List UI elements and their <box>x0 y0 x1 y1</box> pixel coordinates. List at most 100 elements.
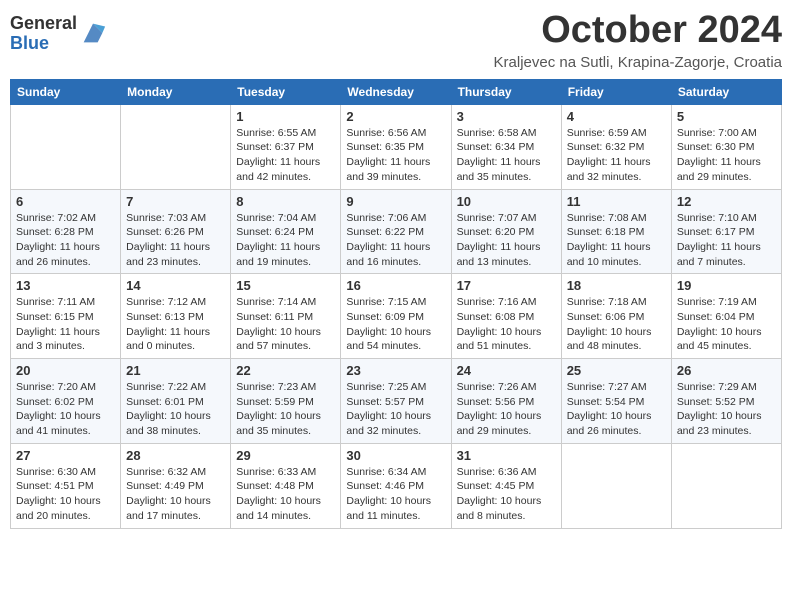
calendar-cell: 5 Sunrise: 7:00 AMSunset: 6:30 PMDaylight… <box>671 104 781 189</box>
calendar-cell <box>561 443 671 528</box>
day-info: Sunrise: 6:33 AMSunset: 4:48 PMDaylight:… <box>236 465 335 524</box>
calendar-cell: 16 Sunrise: 7:15 AMSunset: 6:09 PMDayligh… <box>341 274 451 359</box>
day-info: Sunrise: 7:23 AMSunset: 5:59 PMDaylight:… <box>236 380 335 439</box>
calendar-cell: 21 Sunrise: 7:22 AMSunset: 6:01 PMDayligh… <box>121 359 231 444</box>
day-info: Sunrise: 6:32 AMSunset: 4:49 PMDaylight:… <box>126 465 225 524</box>
day-number: 27 <box>16 448 115 463</box>
page-header: General Blue October 2024 Kraljevec na S… <box>10 10 782 71</box>
day-number: 28 <box>126 448 225 463</box>
day-info: Sunrise: 7:12 AMSunset: 6:13 PMDaylight:… <box>126 295 225 354</box>
day-number: 20 <box>16 363 115 378</box>
day-info: Sunrise: 7:16 AMSunset: 6:08 PMDaylight:… <box>457 295 556 354</box>
logo-blue: Blue <box>10 34 77 54</box>
day-number: 9 <box>346 194 445 209</box>
calendar-cell: 9 Sunrise: 7:06 AMSunset: 6:22 PMDaylight… <box>341 189 451 274</box>
logo-general: General <box>10 14 77 34</box>
calendar-week-3: 13 Sunrise: 7:11 AMSunset: 6:15 PMDayligh… <box>11 274 782 359</box>
day-info: Sunrise: 6:58 AMSunset: 6:34 PMDaylight:… <box>457 126 556 185</box>
day-number: 4 <box>567 109 666 124</box>
calendar-week-5: 27 Sunrise: 6:30 AMSunset: 4:51 PMDayligh… <box>11 443 782 528</box>
day-info: Sunrise: 7:00 AMSunset: 6:30 PMDaylight:… <box>677 126 776 185</box>
title-section: October 2024 Kraljevec na Sutli, Krapina… <box>494 10 782 71</box>
calendar-header-row: SundayMondayTuesdayWednesdayThursdayFrid… <box>11 79 782 104</box>
calendar-week-1: 1Sunrise: 6:55 AMSunset: 6:37 PMDaylight… <box>11 104 782 189</box>
day-number: 30 <box>346 448 445 463</box>
calendar-header-thursday: Thursday <box>451 79 561 104</box>
day-number: 14 <box>126 278 225 293</box>
calendar-header-tuesday: Tuesday <box>231 79 341 104</box>
day-number: 26 <box>677 363 776 378</box>
day-info: Sunrise: 7:25 AMSunset: 5:57 PMDaylight:… <box>346 380 445 439</box>
calendar-week-4: 20 Sunrise: 7:20 AMSunset: 6:02 PMDayligh… <box>11 359 782 444</box>
day-info: Sunrise: 7:20 AMSunset: 6:02 PMDaylight:… <box>16 380 115 439</box>
calendar-cell <box>671 443 781 528</box>
calendar-header-saturday: Saturday <box>671 79 781 104</box>
day-number: 29 <box>236 448 335 463</box>
calendar-cell: 11Sunrise: 7:08 AMSunset: 6:18 PMDayligh… <box>561 189 671 274</box>
calendar-cell: 30 Sunrise: 6:34 AMSunset: 4:46 PMDayligh… <box>341 443 451 528</box>
day-number: 5 <box>677 109 776 124</box>
day-number: 18 <box>567 278 666 293</box>
calendar-cell: 15 Sunrise: 7:14 AMSunset: 6:11 PMDayligh… <box>231 274 341 359</box>
day-number: 17 <box>457 278 556 293</box>
day-number: 19 <box>677 278 776 293</box>
calendar-cell: 28 Sunrise: 6:32 AMSunset: 4:49 PMDayligh… <box>121 443 231 528</box>
day-info: Sunrise: 7:08 AMSunset: 6:18 PMDaylight:… <box>567 211 666 270</box>
calendar-cell: 27 Sunrise: 6:30 AMSunset: 4:51 PMDayligh… <box>11 443 121 528</box>
day-info: Sunrise: 7:11 AMSunset: 6:15 PMDaylight:… <box>16 295 115 354</box>
day-info: Sunrise: 7:19 AMSunset: 6:04 PMDaylight:… <box>677 295 776 354</box>
location-title: Kraljevec na Sutli, Krapina-Zagorje, Cro… <box>494 54 782 71</box>
calendar-cell: 7 Sunrise: 7:03 AMSunset: 6:26 PMDaylight… <box>121 189 231 274</box>
day-number: 24 <box>457 363 556 378</box>
calendar-cell: 26 Sunrise: 7:29 AMSunset: 5:52 PMDayligh… <box>671 359 781 444</box>
calendar-cell: 13 Sunrise: 7:11 AMSunset: 6:15 PMDayligh… <box>11 274 121 359</box>
calendar-header-wednesday: Wednesday <box>341 79 451 104</box>
calendar-cell: 24Sunrise: 7:26 AMSunset: 5:56 PMDayligh… <box>451 359 561 444</box>
day-number: 10 <box>457 194 556 209</box>
day-info: Sunrise: 7:14 AMSunset: 6:11 PMDaylight:… <box>236 295 335 354</box>
calendar-header-friday: Friday <box>561 79 671 104</box>
day-info: Sunrise: 6:59 AMSunset: 6:32 PMDaylight:… <box>567 126 666 185</box>
calendar-cell: 3 Sunrise: 6:58 AMSunset: 6:34 PMDaylight… <box>451 104 561 189</box>
calendar-cell: 14 Sunrise: 7:12 AMSunset: 6:13 PMDayligh… <box>121 274 231 359</box>
logo-icon <box>79 19 107 47</box>
calendar-cell: 20 Sunrise: 7:20 AMSunset: 6:02 PMDayligh… <box>11 359 121 444</box>
day-info: Sunrise: 6:56 AMSunset: 6:35 PMDaylight:… <box>346 126 445 185</box>
day-number: 2 <box>346 109 445 124</box>
day-number: 25 <box>567 363 666 378</box>
day-number: 22 <box>236 363 335 378</box>
day-info: Sunrise: 7:15 AMSunset: 6:09 PMDaylight:… <box>346 295 445 354</box>
day-number: 15 <box>236 278 335 293</box>
day-number: 7 <box>126 194 225 209</box>
day-info: Sunrise: 7:04 AMSunset: 6:24 PMDaylight:… <box>236 211 335 270</box>
calendar-cell: 19 Sunrise: 7:19 AMSunset: 6:04 PMDayligh… <box>671 274 781 359</box>
day-number: 21 <box>126 363 225 378</box>
day-info: Sunrise: 7:29 AMSunset: 5:52 PMDaylight:… <box>677 380 776 439</box>
calendar-week-2: 6Sunrise: 7:02 AMSunset: 6:28 PMDaylight… <box>11 189 782 274</box>
day-info: Sunrise: 7:27 AMSunset: 5:54 PMDaylight:… <box>567 380 666 439</box>
day-number: 6 <box>16 194 115 209</box>
month-title: October 2024 <box>494 10 782 52</box>
day-info: Sunrise: 6:30 AMSunset: 4:51 PMDaylight:… <box>16 465 115 524</box>
day-number: 12 <box>677 194 776 209</box>
day-number: 16 <box>346 278 445 293</box>
logo: General Blue <box>10 14 107 54</box>
calendar-cell: 17 Sunrise: 7:16 AMSunset: 6:08 PMDayligh… <box>451 274 561 359</box>
calendar-cell: 12 Sunrise: 7:10 AMSunset: 6:17 PMDayligh… <box>671 189 781 274</box>
calendar-cell <box>11 104 121 189</box>
day-info: Sunrise: 7:10 AMSunset: 6:17 PMDaylight:… <box>677 211 776 270</box>
day-info: Sunrise: 6:34 AMSunset: 4:46 PMDaylight:… <box>346 465 445 524</box>
day-info: Sunrise: 7:06 AMSunset: 6:22 PMDaylight:… <box>346 211 445 270</box>
day-info: Sunrise: 7:22 AMSunset: 6:01 PMDaylight:… <box>126 380 225 439</box>
calendar-header-monday: Monday <box>121 79 231 104</box>
day-number: 13 <box>16 278 115 293</box>
day-info: Sunrise: 7:03 AMSunset: 6:26 PMDaylight:… <box>126 211 225 270</box>
calendar-header-sunday: Sunday <box>11 79 121 104</box>
day-info: Sunrise: 7:07 AMSunset: 6:20 PMDaylight:… <box>457 211 556 270</box>
day-info: Sunrise: 6:55 AMSunset: 6:37 PMDaylight:… <box>236 126 335 185</box>
day-number: 3 <box>457 109 556 124</box>
calendar-cell: 6Sunrise: 7:02 AMSunset: 6:28 PMDaylight… <box>11 189 121 274</box>
calendar-cell: 4 Sunrise: 6:59 AMSunset: 6:32 PMDaylight… <box>561 104 671 189</box>
calendar-cell: 25 Sunrise: 7:27 AMSunset: 5:54 PMDayligh… <box>561 359 671 444</box>
calendar-cell: 29 Sunrise: 6:33 AMSunset: 4:48 PMDayligh… <box>231 443 341 528</box>
